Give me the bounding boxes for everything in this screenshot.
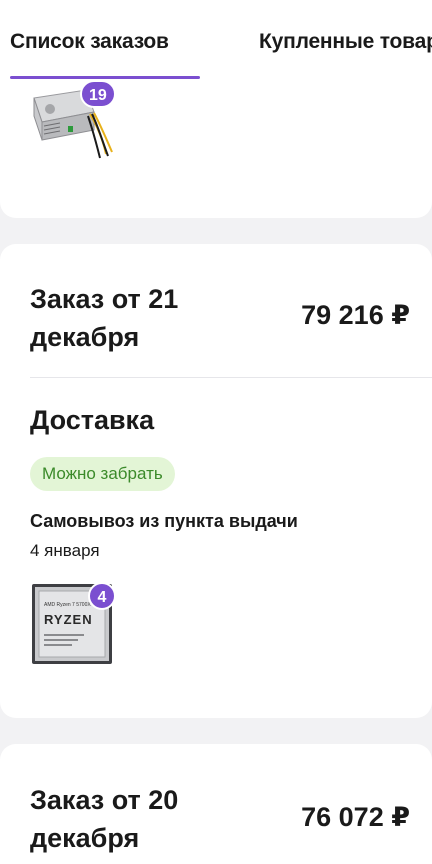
item-count-badge: 19 [80, 80, 116, 108]
tab-purchased-items[interactable]: Купленные товары [259, 30, 432, 54]
cpu-brand-text: RYZEN [44, 612, 93, 627]
order-total: 79 216 ₽ [301, 300, 410, 330]
delivery-method: Самовывоз из пункта выдачи [30, 511, 298, 531]
order-total: 76 072 ₽ [301, 802, 410, 832]
order-tabs: Список заказов Купленные товары [0, 0, 432, 82]
tab-order-list[interactable]: Список заказов [10, 30, 169, 54]
cpu-model-text: AMD Ryzen 7 5700X [44, 602, 91, 608]
divider [30, 377, 432, 378]
delivery-date: 4 января [30, 541, 100, 560]
order-title: Заказ от 20 декабря [30, 785, 179, 853]
active-tab-indicator [10, 76, 200, 79]
status-badge: Можно забрать [30, 457, 175, 491]
delivery-heading: Доставка [30, 405, 155, 435]
item-count-badge: 4 [88, 582, 116, 610]
order-title: Заказ от 21 декабря [30, 284, 179, 352]
